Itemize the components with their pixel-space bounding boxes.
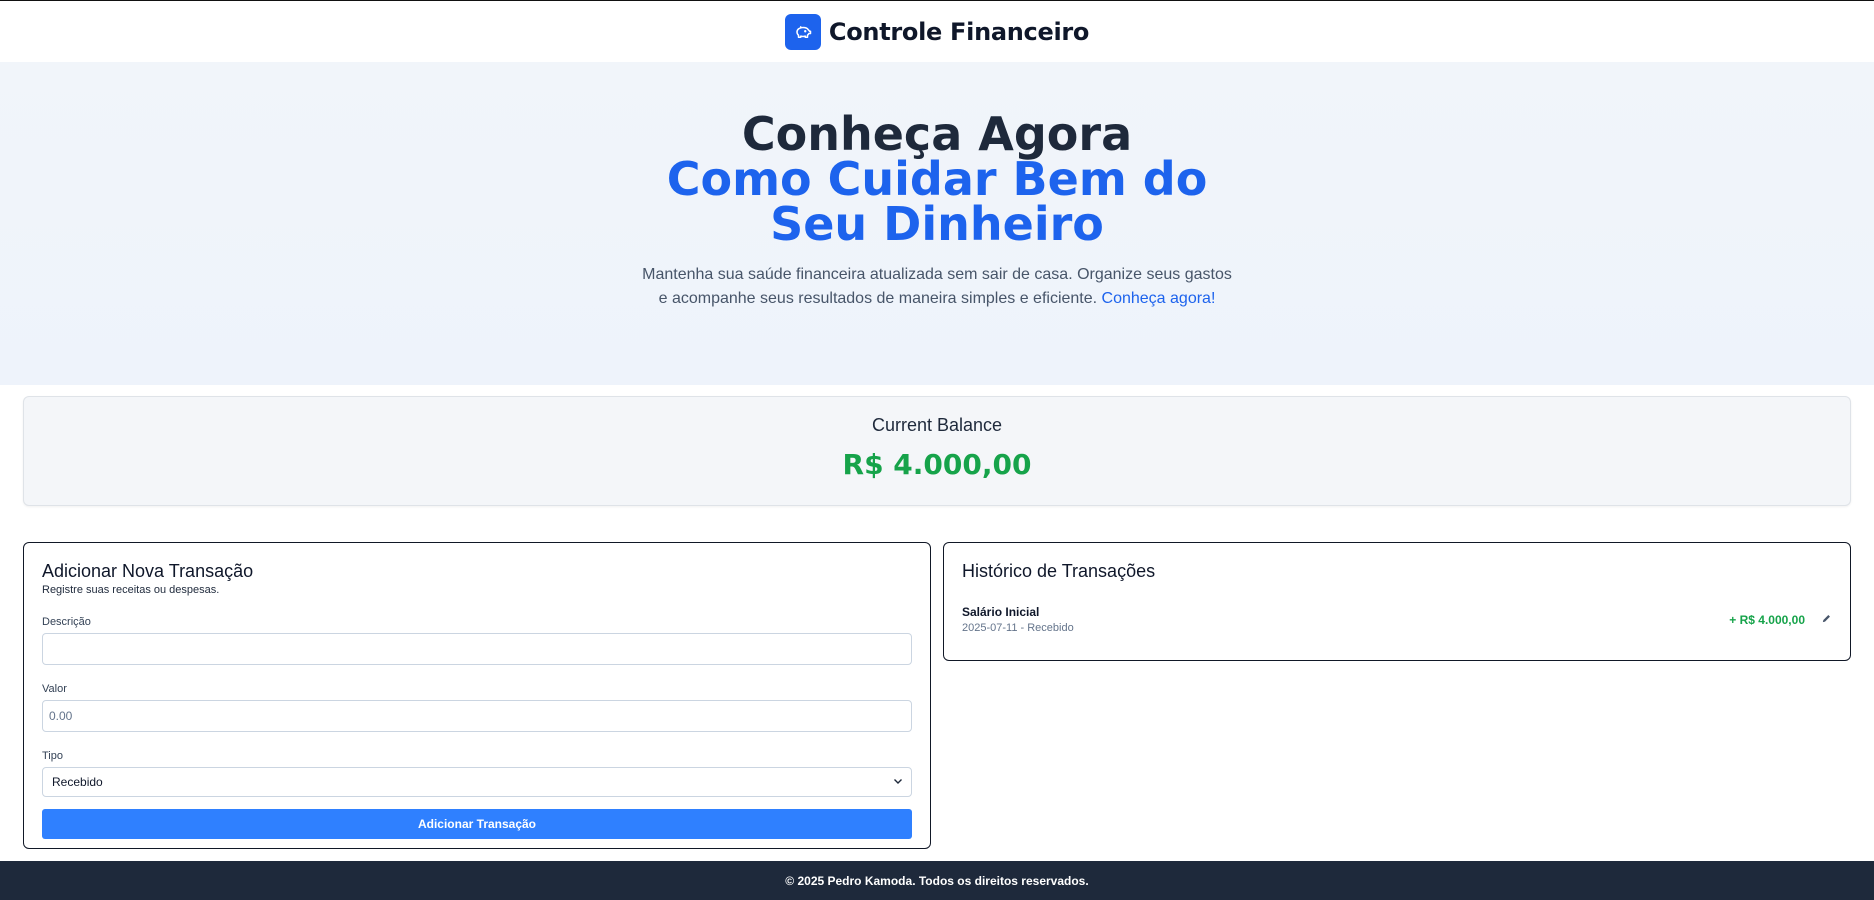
hero-heading: Conheça Agora Como Cuidar Bem do Seu Din… [0, 62, 1874, 247]
type-select[interactable]: Recebido [42, 767, 912, 797]
app-title: Controle Financeiro [828, 17, 1090, 46]
add-transaction-button[interactable]: Adicionar Transação [42, 809, 912, 839]
transaction-row: Salário Inicial 2025-07-11 - Recebido + … [962, 605, 1832, 634]
type-select-value: Recebido [52, 775, 103, 789]
pencil-icon[interactable] [1821, 613, 1832, 627]
balance-amount: R$ 4.000,00 [842, 448, 1032, 481]
hero-title-line2: Como Cuidar Bem do Seu Dinheiro [666, 152, 1208, 251]
transaction-history-card: Histórico de Transações Salário Inicial … [943, 542, 1851, 661]
page-footer: © 2025 Pedro Kamoda. Todos os direitos r… [0, 861, 1874, 900]
hero-title-line1: Conheça Agora [741, 107, 1133, 161]
add-transaction-card: Adicionar Nova Transação Registre suas r… [23, 542, 931, 849]
value-input[interactable]: 0.00 [42, 700, 912, 732]
type-label: Tipo [42, 750, 63, 762]
hero-section: Conheça Agora Como Cuidar Bem do Seu Din… [0, 62, 1874, 385]
form-title: Adicionar Nova Transação [42, 561, 254, 581]
hero-cta-link[interactable]: Conheça agora! [1102, 290, 1216, 307]
piggy-bank-icon [784, 13, 821, 50]
value-label: Valor [42, 683, 67, 695]
history-title: Histórico de Transações [962, 561, 1156, 581]
description-input[interactable] [42, 633, 912, 665]
transaction-name: Salário Inicial [962, 605, 1040, 619]
value-input-placeholder: 0.00 [49, 709, 73, 723]
form-subtitle: Registre suas receitas ou despesas. [42, 584, 220, 596]
transaction-info: Salário Inicial 2025-07-11 - Recebido [962, 605, 1074, 634]
app-header: Controle Financeiro [0, 1, 1874, 62]
chevron-down-icon [893, 775, 903, 789]
transaction-actions: + R$ 4.000,00 [1729, 613, 1832, 627]
transaction-amount: + R$ 4.000,00 [1729, 612, 1805, 627]
description-label: Descrição [42, 616, 91, 628]
footer-text: © 2025 Pedro Kamoda. Todos os direitos r… [785, 873, 1089, 888]
balance-label: Current Balance [871, 415, 1003, 435]
transaction-meta: 2025-07-11 - Recebido [962, 622, 1074, 634]
balance-card: Current Balance R$ 4.000,00 [23, 396, 1851, 506]
hero-description: Mantenha sua saúde financeira atualizada… [637, 263, 1237, 311]
